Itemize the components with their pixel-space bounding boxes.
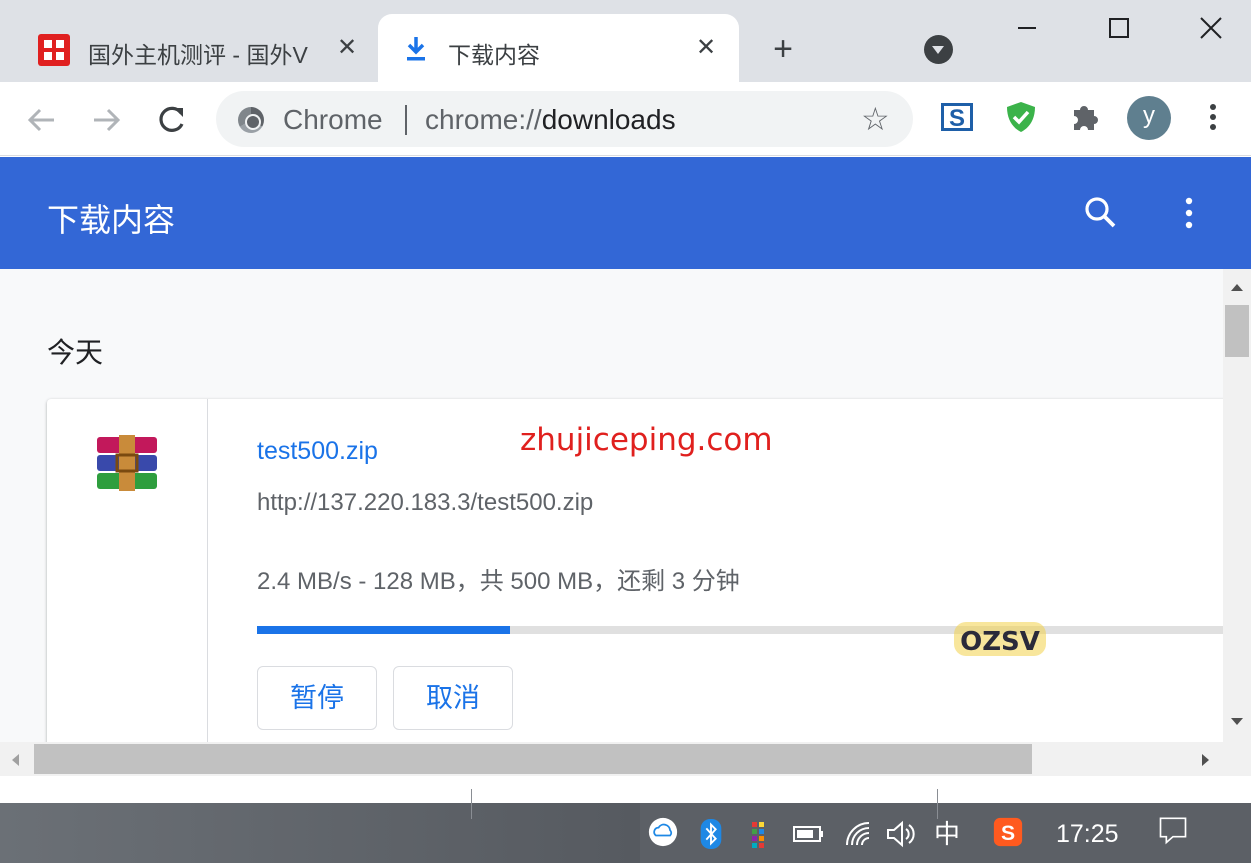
tab-close-icon[interactable]: ✕ (333, 34, 361, 62)
new-tab-button[interactable]: + (765, 32, 801, 68)
file-name-link[interactable]: test500.zip (257, 437, 378, 466)
extension-s-icon[interactable]: S (940, 100, 974, 134)
cloud-app-icon[interactable] (646, 817, 680, 847)
svg-text:S: S (1001, 822, 1015, 845)
vertical-scroll-thumb[interactable] (1225, 305, 1249, 357)
back-arrow-icon (27, 108, 54, 132)
maximize-icon (1109, 18, 1129, 38)
maximize-button[interactable] (1096, 10, 1142, 46)
tab-title: 国外主机测评 - 国外V (88, 42, 308, 68)
color-grid-icon[interactable] (750, 819, 770, 849)
url-prefix: chrome:// (425, 104, 542, 135)
system-clock[interactable]: 17:25 (1056, 820, 1119, 849)
url-text[interactable]: chrome://downloads (425, 104, 676, 136)
site-favicon-icon (38, 34, 70, 66)
tab-close-icon[interactable]: ✕ (692, 34, 720, 62)
sogou-input-icon[interactable]: S (991, 817, 1025, 847)
window-close-button[interactable] (1188, 10, 1234, 46)
page-title: 下载内容 (47, 202, 176, 238)
watermark-text: zhujiceping.com (520, 422, 773, 458)
more-options-icon[interactable] (1172, 195, 1206, 231)
downloads-list: 今天 test500.zip http://137.220.183.3/test… (0, 269, 1223, 742)
volume-icon[interactable] (885, 819, 919, 849)
date-heading: 今天 (47, 337, 104, 368)
winrar-archive-icon (97, 435, 157, 491)
forward-arrow-icon (94, 108, 121, 132)
cancel-button[interactable]: 取消 (393, 666, 513, 730)
back-button[interactable] (22, 100, 62, 140)
windows-taskbar: 中 S 17:25 (0, 789, 1251, 863)
tab-strip: 国外主机测评 - 国外V ✕ 下载内容 ✕ + (0, 0, 1251, 82)
reload-button[interactable] (151, 100, 191, 140)
card-divider (207, 399, 208, 742)
scroll-right-arrow-icon[interactable] (1200, 752, 1212, 768)
browser-menu-icon[interactable] (1196, 100, 1230, 134)
url-path: downloads (541, 104, 676, 135)
file-source-url[interactable]: http://137.220.183.3/test500.zip (257, 489, 593, 517)
tab-zhujiceping[interactable]: 国外主机测评 - 国外V ✕ (22, 14, 374, 82)
extensions-puzzle-icon[interactable] (1068, 100, 1102, 134)
battery-icon[interactable] (792, 819, 826, 849)
minimize-icon (1018, 27, 1036, 29)
ime-indicator[interactable]: 中 (934, 819, 960, 849)
close-icon (1200, 17, 1222, 39)
vertical-scrollbar[interactable] (1223, 269, 1251, 742)
horizontal-scrollbar[interactable] (0, 742, 1251, 776)
downloads-header: 下载内容 (0, 157, 1251, 269)
pause-button[interactable]: 暂停 (257, 666, 377, 730)
wifi-icon[interactable] (843, 819, 873, 849)
bluetooth-icon[interactable] (700, 819, 722, 849)
search-icon[interactable] (1083, 195, 1119, 231)
taskbar-divider (471, 789, 472, 819)
taskbar-background (0, 803, 640, 863)
svg-text:OZSV: OZSV (960, 627, 1040, 657)
browser-toolbar: Chrome chrome://downloads ☆ S y (0, 82, 1251, 156)
tab-downloads[interactable]: 下载内容 ✕ (378, 14, 739, 82)
tab-search-dropdown-icon[interactable] (924, 35, 953, 64)
download-progress-bar (257, 626, 1223, 634)
ozsv-watermark-logo: OZSV (954, 622, 1046, 657)
omnibox-separator (405, 105, 407, 135)
scroll-up-arrow-icon[interactable] (1229, 281, 1245, 293)
minimize-button[interactable] (1004, 10, 1050, 46)
tab-title: 下载内容 (448, 42, 540, 68)
forward-button[interactable] (86, 100, 126, 140)
notification-icon[interactable] (1155, 815, 1191, 845)
chrome-logo-icon (238, 107, 264, 133)
adguard-shield-icon[interactable] (1004, 100, 1038, 134)
profile-avatar[interactable]: y (1127, 96, 1171, 140)
scheme-label: Chrome (283, 104, 383, 135)
reload-icon (159, 106, 184, 132)
bookmark-star-icon[interactable]: ☆ (861, 103, 890, 135)
address-bar[interactable]: Chrome chrome://downloads ☆ (216, 91, 913, 147)
download-icon (407, 37, 425, 61)
scroll-left-arrow-icon[interactable] (9, 752, 21, 768)
scroll-down-arrow-icon[interactable] (1229, 716, 1245, 728)
svg-text:S: S (949, 105, 965, 132)
horizontal-scroll-thumb[interactable] (34, 744, 1032, 774)
taskbar-divider (937, 789, 938, 819)
download-progress-fill (257, 626, 511, 634)
download-status: 2.4 MB/s - 128 MB，共 500 MB，还剩 3 分钟 (257, 568, 740, 595)
